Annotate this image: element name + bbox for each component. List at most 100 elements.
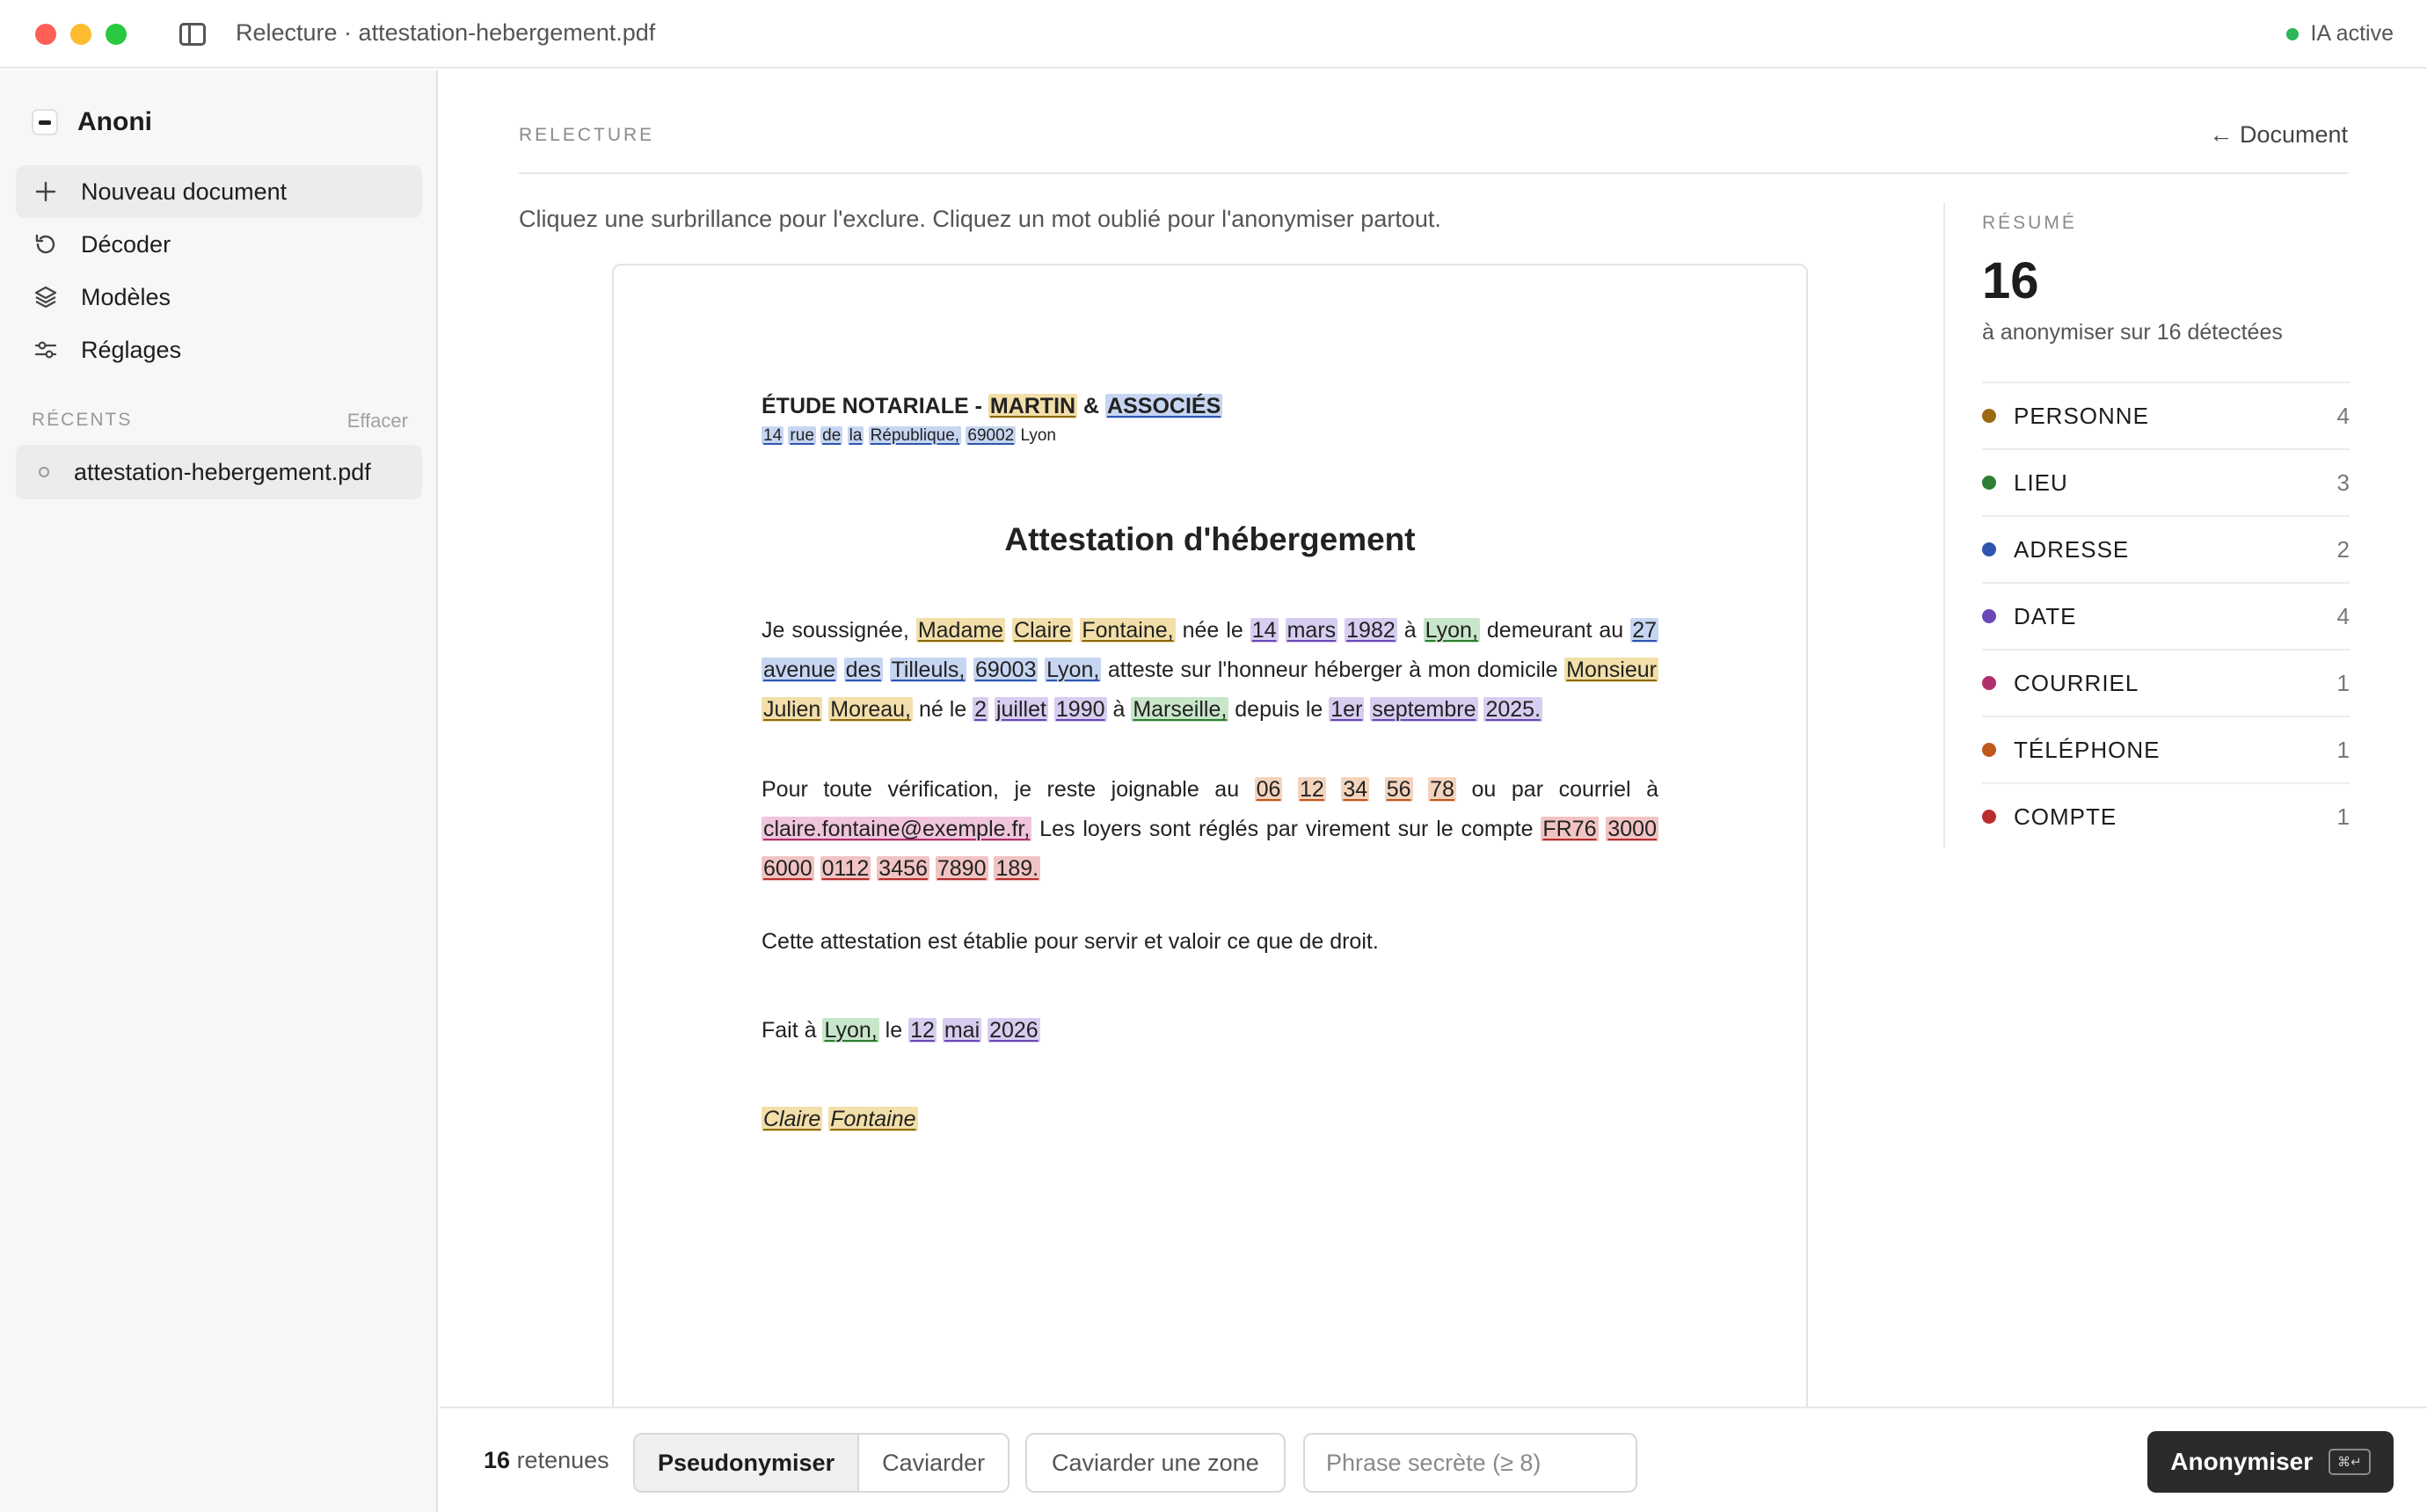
mode-redact-button[interactable]: Caviarder <box>859 1435 1008 1491</box>
entity-highlight[interactable]: Lyon, <box>1423 618 1480 643</box>
entity-highlight[interactable]: 06 <box>1254 777 1283 802</box>
text-run[interactable] <box>1369 777 1385 802</box>
anonymize-button[interactable]: Anonymiser ⌘↵ <box>2147 1431 2394 1493</box>
entity-highlight[interactable]: 1990 <box>1053 697 1107 722</box>
text-run[interactable]: Lyon <box>1016 426 1056 445</box>
close-window-button[interactable] <box>35 24 56 45</box>
entity-highlight[interactable]: 2 <box>973 697 989 722</box>
passphrase-input[interactable] <box>1303 1433 1637 1493</box>
text-run[interactable] <box>864 426 868 445</box>
sidebar-item-settings[interactable]: Réglages <box>16 323 422 376</box>
text-run[interactable] <box>1048 697 1054 722</box>
entity-highlight[interactable]: 0112 <box>820 856 871 881</box>
entity-highlight[interactable]: 3000 <box>1606 817 1658 841</box>
category-row[interactable]: LIEU 3 <box>1982 448 2350 515</box>
entity-highlight[interactable]: MARTIN <box>988 394 1078 418</box>
entity-highlight[interactable]: claire.fontaine@exemple.fr, <box>762 817 1032 841</box>
text-run[interactable] <box>883 658 890 682</box>
sidebar-item-models[interactable]: Modèles <box>16 271 422 323</box>
entity-highlight[interactable]: République, <box>868 426 962 445</box>
text-run[interactable] <box>988 697 995 722</box>
sidebar-item-decode[interactable]: Décoder <box>16 218 422 271</box>
entity-highlight[interactable]: 2025. <box>1483 697 1543 722</box>
entity-highlight[interactable]: 3456 <box>877 856 929 881</box>
text-run[interactable]: à <box>1397 618 1424 643</box>
entity-highlight[interactable]: des <box>843 658 883 682</box>
entity-highlight[interactable]: 6000 <box>762 856 814 881</box>
text-run[interactable] <box>1279 618 1286 643</box>
entity-highlight[interactable]: 12 <box>908 1018 937 1043</box>
entity-highlight[interactable]: 69003 <box>973 658 1039 682</box>
text-run[interactable] <box>966 658 973 682</box>
text-run[interactable] <box>1038 658 1045 682</box>
text-run[interactable] <box>837 658 844 682</box>
entity-highlight[interactable]: Madame <box>915 618 1006 643</box>
text-run[interactable] <box>1413 777 1429 802</box>
entity-highlight[interactable]: Fontaine, <box>1080 618 1176 643</box>
text-run[interactable]: née le <box>1176 618 1250 643</box>
back-to-document-link[interactable]: ← Document <box>2209 121 2348 149</box>
entity-highlight[interactable]: Claire <box>762 1107 823 1131</box>
entity-highlight[interactable]: mars <box>1285 618 1338 643</box>
category-row[interactable]: TÉLÉPHONE 1 <box>1982 716 2350 782</box>
text-run[interactable]: Je soussignée, <box>762 618 916 643</box>
entity-highlight[interactable]: ASSOCIÉS <box>1105 394 1223 418</box>
entity-highlight[interactable]: Moreau, <box>828 697 913 722</box>
entity-highlight[interactable]: 1982 <box>1345 618 1397 643</box>
text-run[interactable]: Fait à <box>762 1018 822 1043</box>
text-run[interactable]: le <box>879 1018 908 1043</box>
text-run[interactable]: atteste sur l'honneur héberger à mon dom… <box>1101 658 1564 682</box>
entity-highlight[interactable]: Claire <box>1012 618 1074 643</box>
recent-item[interactable]: attestation-hebergement.pdf <box>16 445 422 499</box>
text-run[interactable]: demeurant au <box>1480 618 1630 643</box>
entity-highlight[interactable]: avenue <box>762 658 838 682</box>
text-run[interactable]: Les loyers sont réglés par virement sur … <box>1031 817 1541 841</box>
entity-highlight[interactable]: FR76 <box>1541 817 1599 841</box>
text-run[interactable] <box>814 856 820 881</box>
category-row[interactable]: DATE 4 <box>1982 582 2350 649</box>
text-run[interactable] <box>1005 618 1012 643</box>
entity-highlight[interactable]: 34 <box>1341 777 1370 802</box>
entity-highlight[interactable]: 189. <box>994 856 1041 881</box>
text-run[interactable] <box>842 426 847 445</box>
text-run[interactable]: & <box>1077 394 1105 418</box>
text-run[interactable] <box>937 1018 943 1043</box>
entity-highlight[interactable]: 14 <box>1250 618 1279 643</box>
text-run[interactable]: Pour toute vérification, je reste joigna… <box>762 777 1255 802</box>
redact-zone-button[interactable]: Caviarder une zone <box>1025 1433 1286 1493</box>
entity-highlight[interactable]: 1er <box>1329 697 1365 722</box>
category-row[interactable]: COMPTE 1 <box>1982 782 2350 849</box>
entity-highlight[interactable]: Julien <box>762 697 823 722</box>
text-run[interactable]: ÉTUDE NOTARIALE - <box>762 394 988 418</box>
category-row[interactable]: COURRIEL 1 <box>1982 649 2350 716</box>
entity-highlight[interactable]: 69002 <box>966 426 1017 445</box>
entity-highlight[interactable]: 7890 <box>935 856 988 881</box>
entity-highlight[interactable]: Lyon, <box>822 1018 879 1043</box>
entity-highlight[interactable]: juillet <box>994 697 1048 722</box>
text-run[interactable]: à <box>1107 697 1132 722</box>
entity-highlight[interactable]: 12 <box>1298 777 1326 802</box>
entity-highlight[interactable]: rue <box>788 426 816 445</box>
zoom-window-button[interactable] <box>106 24 127 45</box>
category-row[interactable]: PERSONNE 4 <box>1982 382 2350 448</box>
category-row[interactable]: ADRESSE 2 <box>1982 515 2350 582</box>
entity-highlight[interactable]: de <box>820 426 843 445</box>
text-run[interactable]: né le <box>913 697 973 722</box>
entity-highlight[interactable]: Tilleuls, <box>889 658 967 682</box>
text-run[interactable]: depuis le <box>1228 697 1329 722</box>
entity-highlight[interactable]: 27 <box>1630 618 1659 643</box>
sidebar-toggle-icon[interactable] <box>179 23 206 46</box>
entity-highlight[interactable]: Fontaine <box>828 1107 918 1131</box>
entity-highlight[interactable]: 2026 <box>988 1018 1040 1043</box>
entity-highlight[interactable]: la <box>847 426 864 445</box>
entity-highlight[interactable]: Monsieur <box>1564 658 1658 682</box>
text-run[interactable] <box>1282 777 1298 802</box>
mode-pseudonymize-button[interactable]: Pseudonymiser <box>635 1435 860 1491</box>
entity-highlight[interactable]: Marseille, <box>1131 697 1229 722</box>
entity-highlight[interactable]: 14 <box>762 426 784 445</box>
entity-highlight[interactable]: septembre <box>1370 697 1478 722</box>
entity-highlight[interactable]: 78 <box>1428 777 1456 802</box>
entity-highlight[interactable]: mai <box>942 1018 982 1043</box>
entity-highlight[interactable]: Lyon, <box>1045 658 1102 682</box>
minimize-window-button[interactable] <box>70 24 91 45</box>
